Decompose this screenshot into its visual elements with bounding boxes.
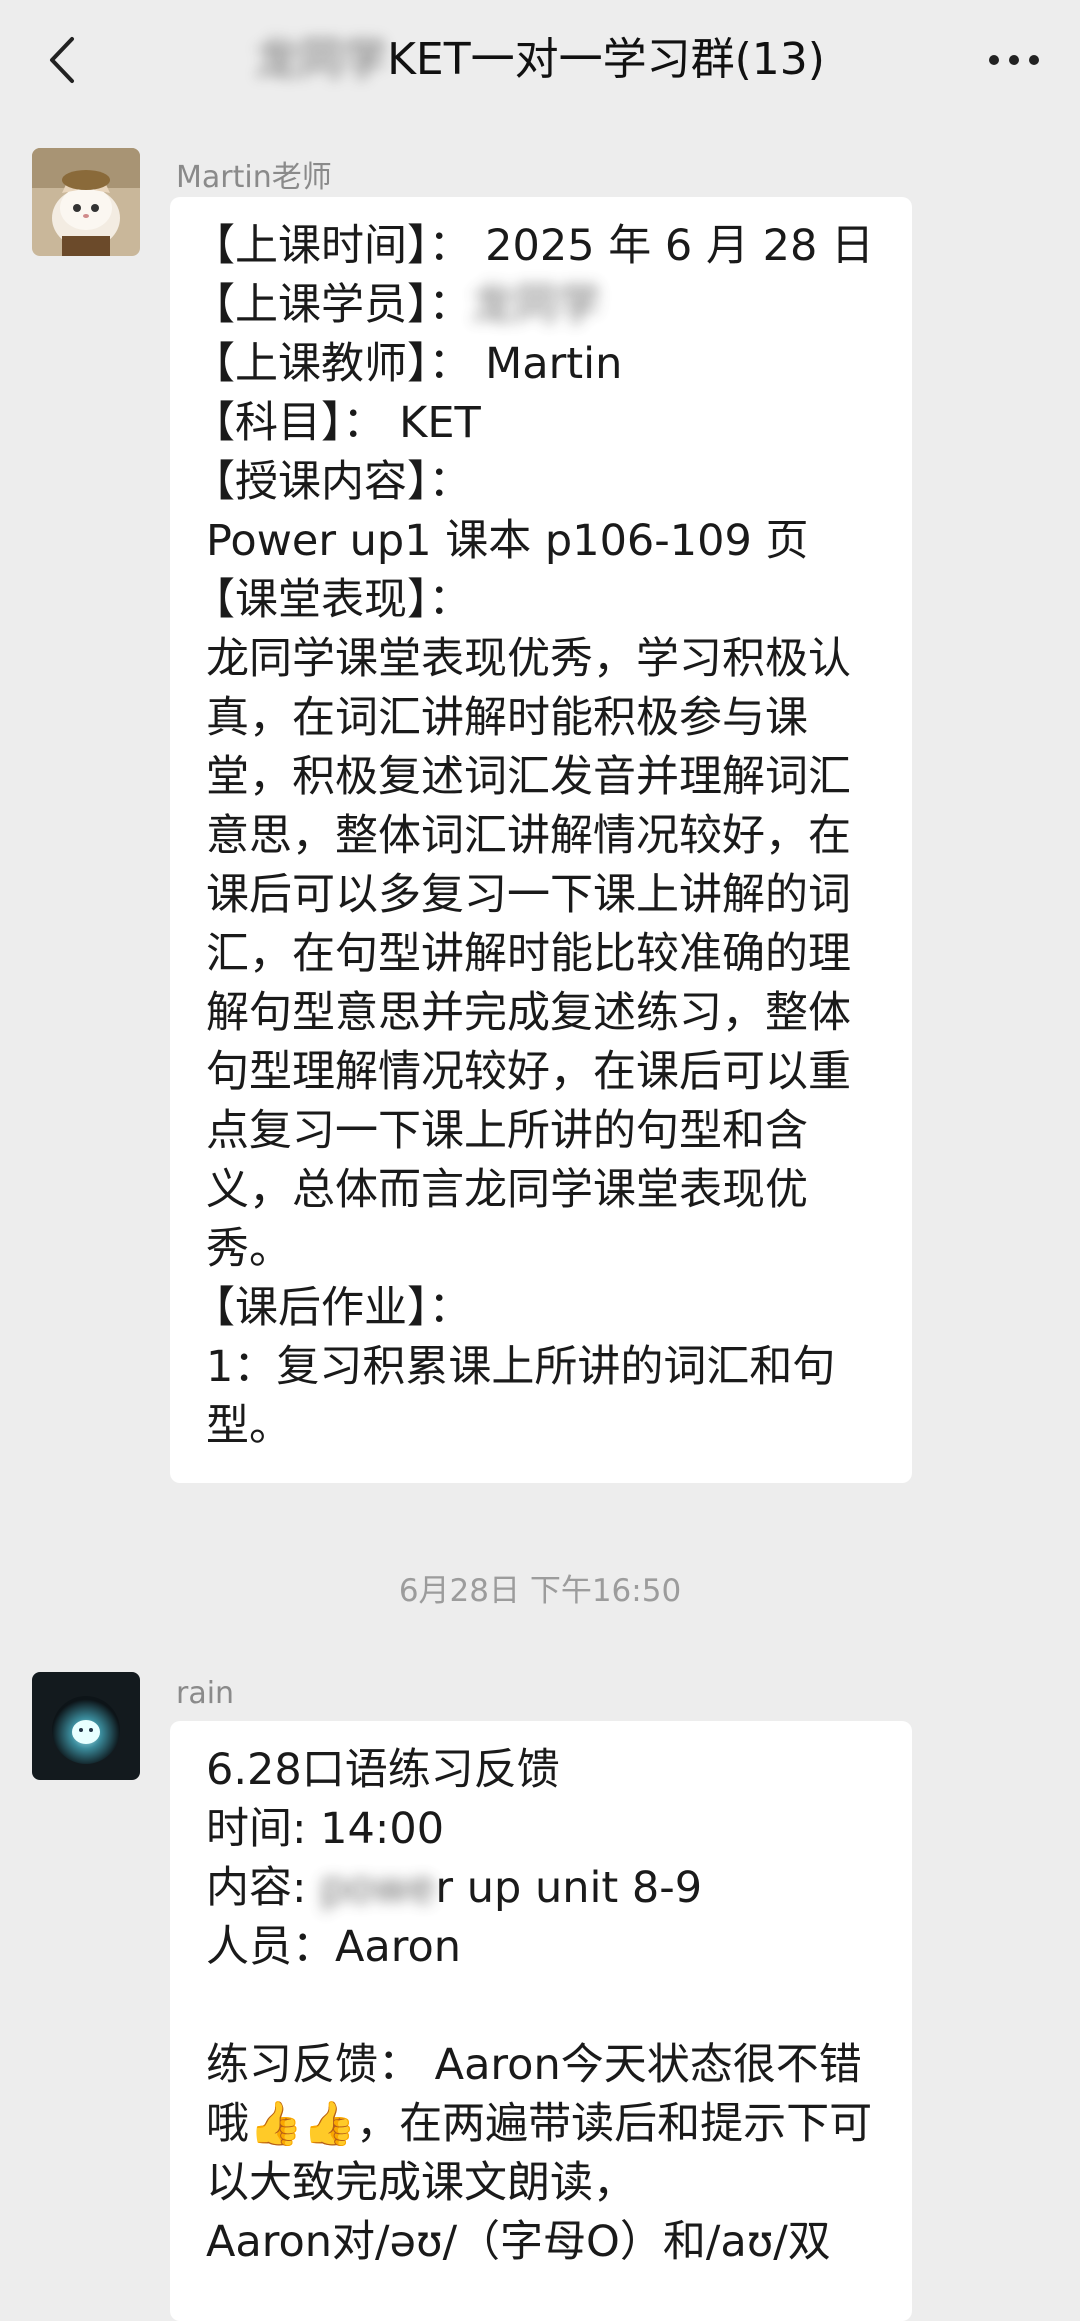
message-paragraph: 龙同学课堂表现优秀，学习积极认真，在词汇讲解时能积极参与课堂，积极复述词汇发音并… [206,634,851,1274]
message-line: Power up1 课本 p106-109 页 [206,516,809,566]
timestamp: 6月28日 下午16:50 [398,1573,682,1609]
label-text: 【上课学员】： [192,280,472,330]
message-bubble[interactable]: 6.28口语练习反馈 时间: 14:00 内容: power up unit 8… [170,1721,912,2321]
sender-name: rain [176,1676,235,1711]
message-line: 【课后作业】： [192,1283,472,1333]
more-dots-icon [989,55,1039,65]
chevron-left-icon [50,37,74,83]
message-line: 【科目】： KET [192,398,481,448]
avatar-rain[interactable] [32,1672,140,1780]
chat-header: 龙同学KET一对一学习群(13) [0,0,1080,120]
blurred-name: 龙同学 [255,34,388,85]
content-text: r up unit 8-9 [435,1863,703,1913]
chat-title-text: KET一对一学习群(13) [387,34,825,85]
message-paragraph: 练习反馈： Aaron今天状态很不错哦👍👍，在两遍带读后和提示下可以大致完成课文… [206,2040,873,2208]
ghost-avatar-icon [32,1672,140,1780]
sender-name: Martin老师 [176,160,332,195]
message-line: 【上课教师】： Martin [192,339,623,389]
label-text: 内容: [206,1863,321,1913]
chat-title: 龙同学KET一对一学习群(13) [180,28,900,92]
message-line: 【上课时间】： 2025 年 6 月 28 日 [192,221,875,271]
message-line: 内容: power up unit 8-9 [192,1859,890,1918]
cat-avatar-icon [32,148,140,256]
blurred-text: powe [320,1863,436,1913]
message-line: 【授课内容】： [192,457,472,507]
message-bubble[interactable]: 【上课时间】： 2025 年 6 月 28 日 【上课学员】：龙同学 【上课教师… [170,197,912,1483]
message-line: 【上课学员】：龙同学 [192,276,890,335]
back-button[interactable] [36,32,86,88]
message-line: 1：复习积累课上所讲的词汇和句型。 [206,1342,836,1451]
message-line: 时间: 14:00 [206,1804,445,1854]
message-line: Aaron对/əʊ/（字母O）和/aʊ/双 [206,2217,831,2267]
message-line: 【课堂表现】： [192,575,472,625]
message-line: 6.28口语练习反馈 [206,1745,560,1795]
message-line: 人员：Aaron [206,1922,462,1972]
blurred-student-name: 龙同学 [471,280,601,330]
more-button[interactable] [984,32,1044,88]
avatar-martin[interactable] [32,148,140,256]
